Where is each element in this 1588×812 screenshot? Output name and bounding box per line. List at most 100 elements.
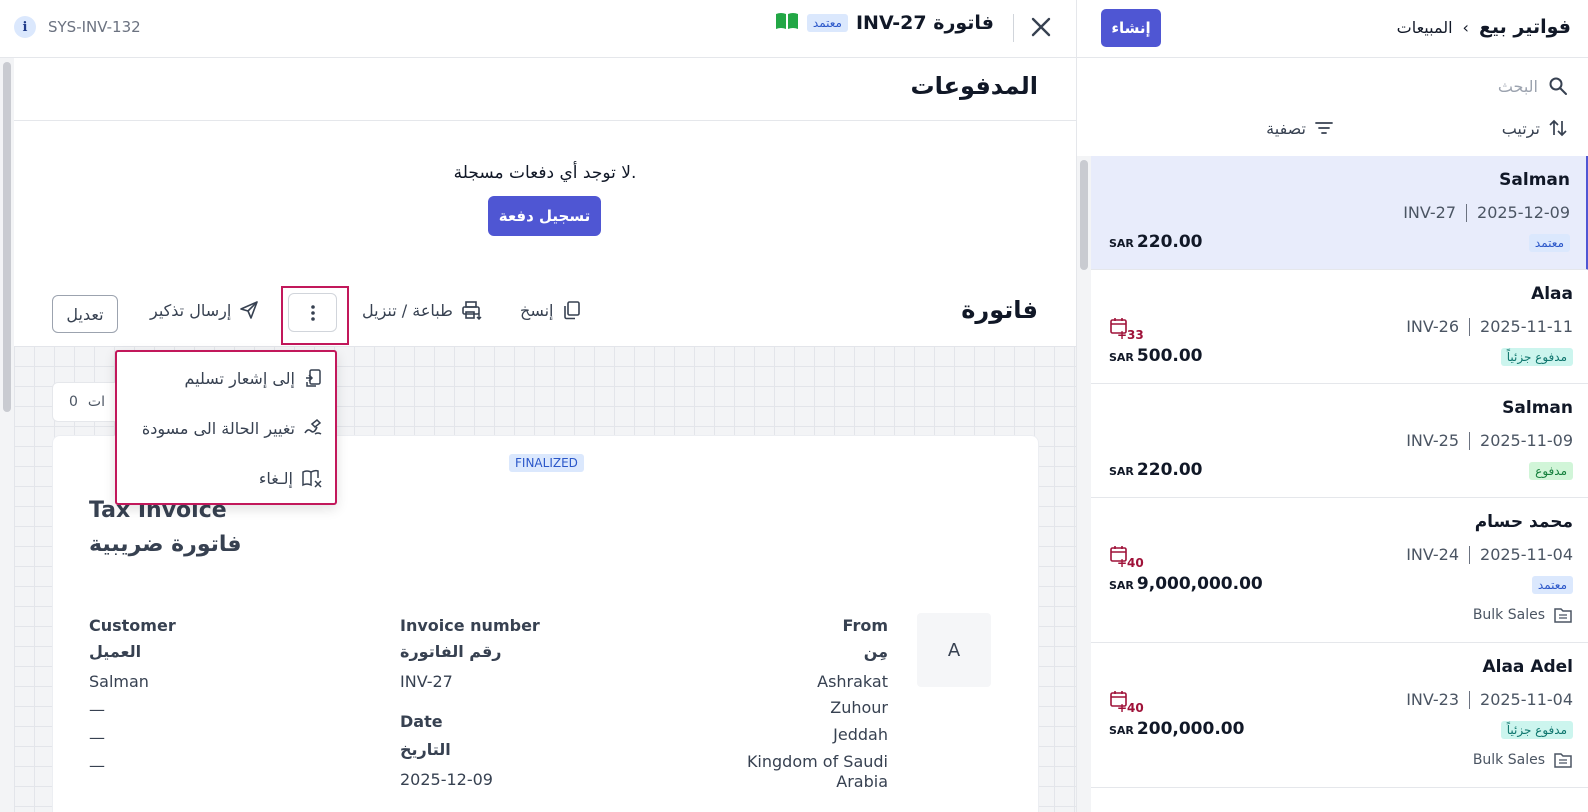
more-vertical-icon xyxy=(310,304,315,321)
filter-icon xyxy=(1315,122,1333,134)
invoice-date: 2025-12-09 xyxy=(1477,203,1570,222)
book-icon xyxy=(775,12,799,34)
status-badge: معتمد xyxy=(1531,576,1573,594)
meta-divider xyxy=(1469,690,1471,709)
meta-divider xyxy=(1466,203,1468,222)
invoice-customer: Alaa xyxy=(1531,284,1573,304)
sidebar-scrollbar-thumb[interactable] xyxy=(1080,160,1088,270)
sidebar-scrollbar[interactable] xyxy=(1077,156,1091,812)
invoice-title: فاتورة INV-27 xyxy=(855,12,994,34)
invoice-number-label-en: Invoice number xyxy=(400,616,540,635)
invoice-row[interactable]: Salman INV-25 2025-11-09 SAR 220.00 مدفوع xyxy=(1091,384,1588,498)
filter-label: تصفية xyxy=(1266,118,1306,138)
breadcrumb: المبيعات › فواتير بيع xyxy=(1397,16,1571,38)
draft-icon xyxy=(304,418,322,435)
from-label-en: From xyxy=(842,616,888,635)
cancel-book-icon xyxy=(302,469,322,488)
amount-value: 200,000.00 xyxy=(1136,719,1245,739)
close-button[interactable] xyxy=(1026,12,1056,42)
menu-item-label: إلى إشعار تسليم xyxy=(184,368,296,388)
invoice-amount: SAR 220.00 xyxy=(1109,232,1203,252)
more-actions-menu: إلى إشعار تسليم تغيير الحالة الى مسودة إ… xyxy=(115,350,337,505)
menu-item-cancel[interactable]: إلـغاء xyxy=(259,468,323,488)
currency-code: SAR xyxy=(1109,579,1134,592)
invoice-meta: INV-23 2025-11-04 xyxy=(1406,690,1573,709)
invoice-row[interactable]: Alaa +33 INV-26 2025-11-11 SAR 500.00 مدف… xyxy=(1091,270,1588,384)
customer-value: Salman xyxy=(89,672,149,691)
menu-item-label: إلـغاء xyxy=(258,468,293,488)
invoice-list: Salman INV-27 2025-12-09 SAR 220.00 معتمد… xyxy=(1091,156,1588,788)
topbar-divider xyxy=(1013,14,1014,42)
invoice-row[interactable]: Salman INV-27 2025-12-09 SAR 220.00 معتمد xyxy=(1091,156,1588,270)
from-line-3: Jeddah xyxy=(833,725,888,744)
copy-icon xyxy=(563,301,580,320)
currency-code: SAR xyxy=(1109,237,1134,250)
invoice-list-sidebar: إنشاء المبيعات › فواتير بيع ترتيب تصفية … xyxy=(1076,0,1588,812)
status-badge: مدفوع xyxy=(1529,462,1573,480)
invoice-number: INV-23 xyxy=(1406,690,1460,709)
invoice-row[interactable]: محمد حسام +40 INV-24 2025-11-04 SAR 9,000… xyxy=(1091,498,1588,643)
from-line-1: Ashrakat xyxy=(817,672,888,691)
sort-button[interactable]: ترتيب xyxy=(1502,118,1568,138)
system-info: i SYS-INV-132 xyxy=(14,16,141,38)
printer-icon xyxy=(462,301,482,320)
tag-label: Bulk Sales xyxy=(1472,607,1545,623)
overdue-indicator: +40 xyxy=(1109,689,1144,717)
currency-code: SAR xyxy=(1109,724,1134,737)
close-icon xyxy=(1031,17,1051,37)
amount-value: 220.00 xyxy=(1136,232,1203,252)
sort-icon xyxy=(1549,119,1567,137)
invoice-date: 2025-11-04 xyxy=(1480,690,1573,709)
meta-divider xyxy=(1469,545,1471,564)
customer-line-3: — xyxy=(89,756,105,775)
sidebar-header: إنشاء المبيعات › فواتير بيع xyxy=(1077,0,1588,58)
system-code: SYS-INV-132 xyxy=(48,18,141,36)
send-reminder-button[interactable]: إرسال تذكير xyxy=(150,300,259,320)
status-badge: مدفوع جزئياً xyxy=(1500,348,1573,366)
search-icon xyxy=(1549,77,1567,95)
print-download-button[interactable]: طباعة / تنزيل xyxy=(362,300,483,320)
overdue-days: +33 xyxy=(1117,328,1144,342)
invoice-customer: Alaa Adel xyxy=(1482,657,1573,677)
date-label-en: Date xyxy=(400,712,443,731)
payments-divider xyxy=(14,120,1076,121)
invoice-customer: Salman xyxy=(1502,398,1573,418)
edit-button[interactable]: تعديل xyxy=(52,295,118,333)
invoice-amount: SAR 500.00 xyxy=(1109,346,1203,366)
info-icon[interactable]: i xyxy=(14,16,36,38)
customer-line-2: — xyxy=(89,728,105,747)
currency-code: SAR xyxy=(1109,351,1134,364)
search-input[interactable] xyxy=(1318,76,1538,96)
invoice-date: 2025-11-11 xyxy=(1480,317,1573,336)
send-reminder-label: إرسال تذكير xyxy=(150,300,232,320)
invoice-meta: INV-27 2025-12-09 xyxy=(1403,203,1570,222)
meta-divider xyxy=(1469,431,1471,450)
breadcrumb-parent[interactable]: المبيعات xyxy=(1397,18,1453,37)
record-payment-button[interactable]: تسجيل دفعة xyxy=(488,196,601,236)
invoice-number: INV-26 xyxy=(1406,317,1460,336)
sort-label: ترتيب xyxy=(1501,118,1540,138)
invoice-row[interactable]: Alaa Adel +40 INV-23 2025-11-04 SAR 200,0… xyxy=(1091,643,1588,788)
overdue-indicator: +33 xyxy=(1109,316,1144,344)
menu-item-revert-draft[interactable]: تغيير الحالة الى مسودة xyxy=(142,418,323,438)
menu-item-label: تغيير الحالة الى مسودة xyxy=(141,418,295,438)
copy-button[interactable]: إنسخ xyxy=(520,300,582,320)
print-label: طباعة / تنزيل xyxy=(362,300,453,320)
delivery-note-icon xyxy=(306,369,321,387)
menu-item-delivery-note[interactable]: إلى إشعار تسليم xyxy=(185,368,324,388)
amount-value: 9,000,000.00 xyxy=(1136,574,1263,594)
currency-code: SAR xyxy=(1109,465,1134,478)
invoice-detail-panel: i SYS-INV-132 فاتورة INV-27 معتمد المدفو… xyxy=(0,0,1076,812)
filter-button[interactable]: تصفية xyxy=(1266,118,1334,138)
send-icon xyxy=(240,301,259,319)
invoice-customer: محمد حسام xyxy=(1474,512,1573,532)
create-button[interactable]: إنشاء xyxy=(1101,9,1161,47)
invoice-meta: INV-26 2025-11-11 xyxy=(1406,317,1573,336)
amount-value: 500.00 xyxy=(1136,346,1203,366)
invoice-section-heading: فاتورة xyxy=(961,296,1038,324)
overdue-days: +40 xyxy=(1117,701,1144,715)
payments-heading: المدفوعات xyxy=(910,72,1038,100)
more-actions-button[interactable] xyxy=(288,293,337,332)
detail-scrollbar-thumb[interactable] xyxy=(3,62,11,412)
status-badge: مدفوع جزئياً xyxy=(1500,721,1573,739)
